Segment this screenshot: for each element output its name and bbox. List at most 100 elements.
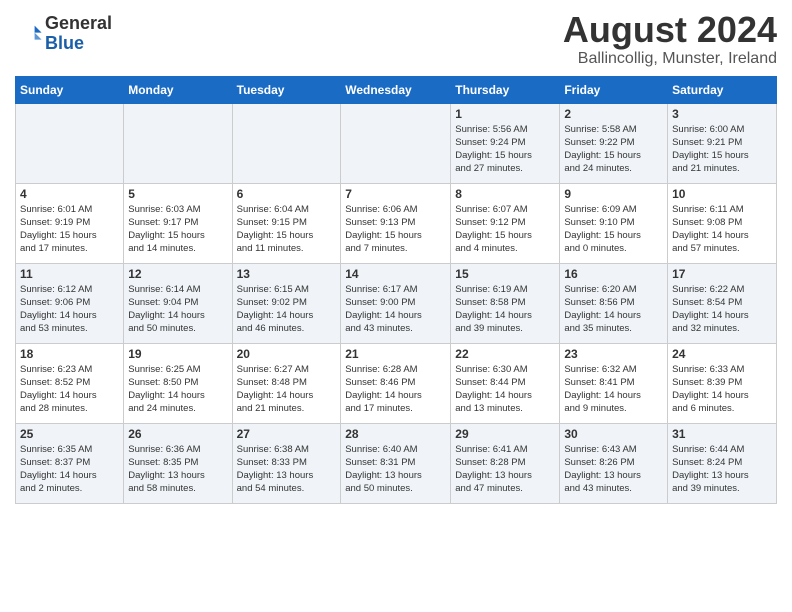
day-cell: 13Sunrise: 6:15 AM Sunset: 9:02 PM Dayli… (232, 263, 341, 343)
day-number: 5 (128, 187, 227, 201)
day-info: Sunrise: 6:14 AM Sunset: 9:04 PM Dayligh… (128, 283, 227, 336)
day-info: Sunrise: 6:20 AM Sunset: 8:56 PM Dayligh… (564, 283, 663, 336)
day-number: 20 (237, 347, 337, 361)
week-row-5: 25Sunrise: 6:35 AM Sunset: 8:37 PM Dayli… (16, 423, 777, 503)
day-info: Sunrise: 6:43 AM Sunset: 8:26 PM Dayligh… (564, 443, 663, 496)
day-cell: 30 Sunrise: 6:43 AM Sunset: 8:26 PM Dayli… (560, 423, 668, 503)
day-number: 18 (20, 347, 119, 361)
day-cell (16, 103, 124, 183)
day-number: 13 (237, 267, 337, 281)
day-number: 23 (564, 347, 663, 361)
day-cell (341, 103, 451, 183)
day-header-wednesday: Wednesday (341, 76, 451, 103)
day-number: 21 (345, 347, 446, 361)
week-row-3: 11Sunrise: 6:12 AM Sunset: 9:06 PM Dayli… (16, 263, 777, 343)
day-number: 22 (455, 347, 555, 361)
calendar-table: SundayMondayTuesdayWednesdayThursdayFrid… (15, 76, 777, 504)
day-info: Sunrise: 6:32 AM Sunset: 8:41 PM Dayligh… (564, 363, 663, 416)
day-cell: 31Sunrise: 6:44 AM Sunset: 8:24 PM Dayli… (668, 423, 777, 503)
day-number: 17 (672, 267, 772, 281)
day-number: 24 (672, 347, 772, 361)
day-number: 15 (455, 267, 555, 281)
day-number: 2 (564, 107, 663, 121)
day-cell: 20 Sunrise: 6:27 AM Sunset: 8:48 PM Dayli… (232, 343, 341, 423)
day-cell: 16Sunrise: 6:20 AM Sunset: 8:56 PM Dayli… (560, 263, 668, 343)
days-header-row: SundayMondayTuesdayWednesdayThursdayFrid… (16, 76, 777, 103)
day-cell: 4 Sunrise: 6:01 AM Sunset: 9:19 PM Daylig… (16, 183, 124, 263)
day-header-tuesday: Tuesday (232, 76, 341, 103)
logo-blue: Blue (45, 34, 112, 54)
day-cell: 29Sunrise: 6:41 AM Sunset: 8:28 PM Dayli… (451, 423, 560, 503)
day-number: 30 (564, 427, 663, 441)
day-info: Sunrise: 6:27 AM Sunset: 8:48 PM Dayligh… (237, 363, 337, 416)
day-info: Sunrise: 6:22 AM Sunset: 8:54 PM Dayligh… (672, 283, 772, 336)
day-info: Sunrise: 5:56 AM Sunset: 9:24 PM Dayligh… (455, 123, 555, 176)
page-container: General Blue August 2024 Ballincollig, M… (0, 0, 792, 514)
day-cell (232, 103, 341, 183)
day-cell: 28Sunrise: 6:40 AM Sunset: 8:31 PM Dayli… (341, 423, 451, 503)
week-row-1: 1 Sunrise: 5:56 AM Sunset: 9:24 PM Daylig… (16, 103, 777, 183)
day-cell: 12 Sunrise: 6:14 AM Sunset: 9:04 PM Dayli… (124, 263, 232, 343)
day-cell: 14Sunrise: 6:17 AM Sunset: 9:00 PM Dayli… (341, 263, 451, 343)
day-info: Sunrise: 6:17 AM Sunset: 9:00 PM Dayligh… (345, 283, 446, 336)
week-row-4: 18 Sunrise: 6:23 AM Sunset: 8:52 PM Dayli… (16, 343, 777, 423)
day-cell (124, 103, 232, 183)
day-cell: 11Sunrise: 6:12 AM Sunset: 9:06 PM Dayli… (16, 263, 124, 343)
day-number: 12 (128, 267, 227, 281)
day-cell: 23 Sunrise: 6:32 AM Sunset: 8:41 PM Dayli… (560, 343, 668, 423)
day-info: Sunrise: 6:33 AM Sunset: 8:39 PM Dayligh… (672, 363, 772, 416)
title-area: August 2024 Ballincollig, Munster, Irela… (563, 10, 777, 68)
day-number: 9 (564, 187, 663, 201)
day-cell: 15Sunrise: 6:19 AM Sunset: 8:58 PM Dayli… (451, 263, 560, 343)
logo-text: General Blue (45, 14, 112, 54)
day-cell: 8 Sunrise: 6:07 AM Sunset: 9:12 PM Daylig… (451, 183, 560, 263)
day-cell: 9 Sunrise: 6:09 AM Sunset: 9:10 PM Daylig… (560, 183, 668, 263)
day-number: 3 (672, 107, 772, 121)
day-number: 19 (128, 347, 227, 361)
day-cell: 7Sunrise: 6:06 AM Sunset: 9:13 PM Daylig… (341, 183, 451, 263)
day-cell: 24 Sunrise: 6:33 AM Sunset: 8:39 PM Dayli… (668, 343, 777, 423)
day-number: 26 (128, 427, 227, 441)
day-info: Sunrise: 6:07 AM Sunset: 9:12 PM Dayligh… (455, 203, 555, 256)
day-number: 1 (455, 107, 555, 121)
day-cell: 26 Sunrise: 6:36 AM Sunset: 8:35 PM Dayli… (124, 423, 232, 503)
header: General Blue August 2024 Ballincollig, M… (15, 10, 777, 68)
logo-general: General (45, 14, 112, 34)
day-info: Sunrise: 6:25 AM Sunset: 8:50 PM Dayligh… (128, 363, 227, 416)
day-info: Sunrise: 6:04 AM Sunset: 9:15 PM Dayligh… (237, 203, 337, 256)
day-cell: 1 Sunrise: 5:56 AM Sunset: 9:24 PM Daylig… (451, 103, 560, 183)
location: Ballincollig, Munster, Ireland (563, 50, 777, 68)
day-cell: 6 Sunrise: 6:04 AM Sunset: 9:15 PM Daylig… (232, 183, 341, 263)
day-info: Sunrise: 6:01 AM Sunset: 9:19 PM Dayligh… (20, 203, 119, 256)
day-number: 6 (237, 187, 337, 201)
logo: General Blue (15, 14, 112, 54)
month-title: August 2024 (563, 10, 777, 50)
day-cell: 3 Sunrise: 6:00 AM Sunset: 9:21 PM Daylig… (668, 103, 777, 183)
day-info: Sunrise: 6:41 AM Sunset: 8:28 PM Dayligh… (455, 443, 555, 496)
day-number: 27 (237, 427, 337, 441)
day-cell: 25Sunrise: 6:35 AM Sunset: 8:37 PM Dayli… (16, 423, 124, 503)
day-header-thursday: Thursday (451, 76, 560, 103)
day-number: 10 (672, 187, 772, 201)
day-info: Sunrise: 6:03 AM Sunset: 9:17 PM Dayligh… (128, 203, 227, 256)
day-info: Sunrise: 6:00 AM Sunset: 9:21 PM Dayligh… (672, 123, 772, 176)
day-cell: 27Sunrise: 6:38 AM Sunset: 8:33 PM Dayli… (232, 423, 341, 503)
day-info: Sunrise: 6:12 AM Sunset: 9:06 PM Dayligh… (20, 283, 119, 336)
day-number: 31 (672, 427, 772, 441)
day-info: Sunrise: 6:30 AM Sunset: 8:44 PM Dayligh… (455, 363, 555, 416)
week-row-2: 4 Sunrise: 6:01 AM Sunset: 9:19 PM Daylig… (16, 183, 777, 263)
day-cell: 21Sunrise: 6:28 AM Sunset: 8:46 PM Dayli… (341, 343, 451, 423)
day-number: 8 (455, 187, 555, 201)
day-cell: 19 Sunrise: 6:25 AM Sunset: 8:50 PM Dayli… (124, 343, 232, 423)
day-header-saturday: Saturday (668, 76, 777, 103)
day-header-friday: Friday (560, 76, 668, 103)
day-cell: 17 Sunrise: 6:22 AM Sunset: 8:54 PM Dayli… (668, 263, 777, 343)
day-number: 28 (345, 427, 446, 441)
day-info: Sunrise: 6:36 AM Sunset: 8:35 PM Dayligh… (128, 443, 227, 496)
day-number: 4 (20, 187, 119, 201)
day-cell: 18 Sunrise: 6:23 AM Sunset: 8:52 PM Dayli… (16, 343, 124, 423)
day-number: 7 (345, 187, 446, 201)
day-info: Sunrise: 6:23 AM Sunset: 8:52 PM Dayligh… (20, 363, 119, 416)
day-cell: 10Sunrise: 6:11 AM Sunset: 9:08 PM Dayli… (668, 183, 777, 263)
day-info: Sunrise: 6:09 AM Sunset: 9:10 PM Dayligh… (564, 203, 663, 256)
